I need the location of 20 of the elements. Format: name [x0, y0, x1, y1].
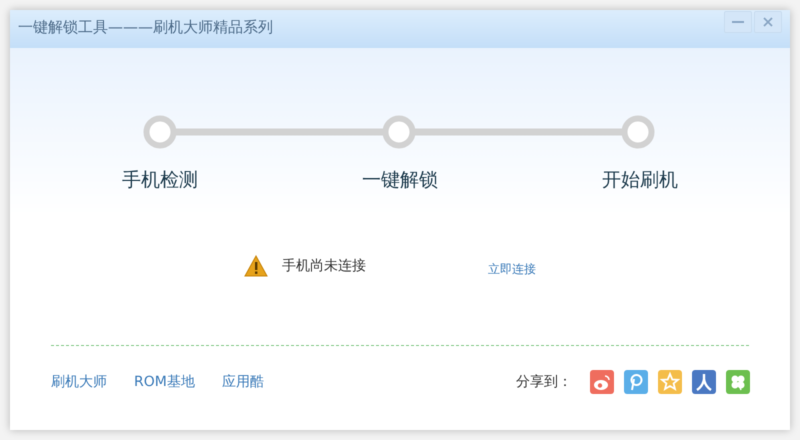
close-icon [761, 15, 775, 29]
footer-link[interactable]: ROM基地 [134, 373, 195, 391]
footer-link[interactable]: 刷机大师 [51, 373, 107, 391]
warning-icon [244, 255, 268, 277]
step-label: 一键解锁 [361, 168, 439, 193]
star-icon[interactable] [658, 370, 682, 394]
window-title: 一键解锁工具———刷机大师精品系列 [18, 18, 273, 37]
connect-link[interactable]: 立即连接 [488, 260, 536, 278]
footer-link[interactable]: 应用酷 [222, 373, 264, 391]
clover-icon[interactable] [726, 370, 750, 394]
step-label: 开始刷机 [601, 168, 679, 193]
step-label: 手机检测 [121, 168, 199, 193]
minimize-button[interactable] [724, 11, 752, 33]
minimize-icon [732, 21, 744, 23]
weibo-icon[interactable] [590, 370, 614, 394]
circle-p-icon[interactable] [624, 370, 648, 394]
share-label: 分享到： [516, 373, 572, 391]
status-message: 手机尚未连接 [282, 257, 366, 275]
person-icon[interactable] [692, 370, 716, 394]
close-button[interactable] [754, 11, 782, 33]
